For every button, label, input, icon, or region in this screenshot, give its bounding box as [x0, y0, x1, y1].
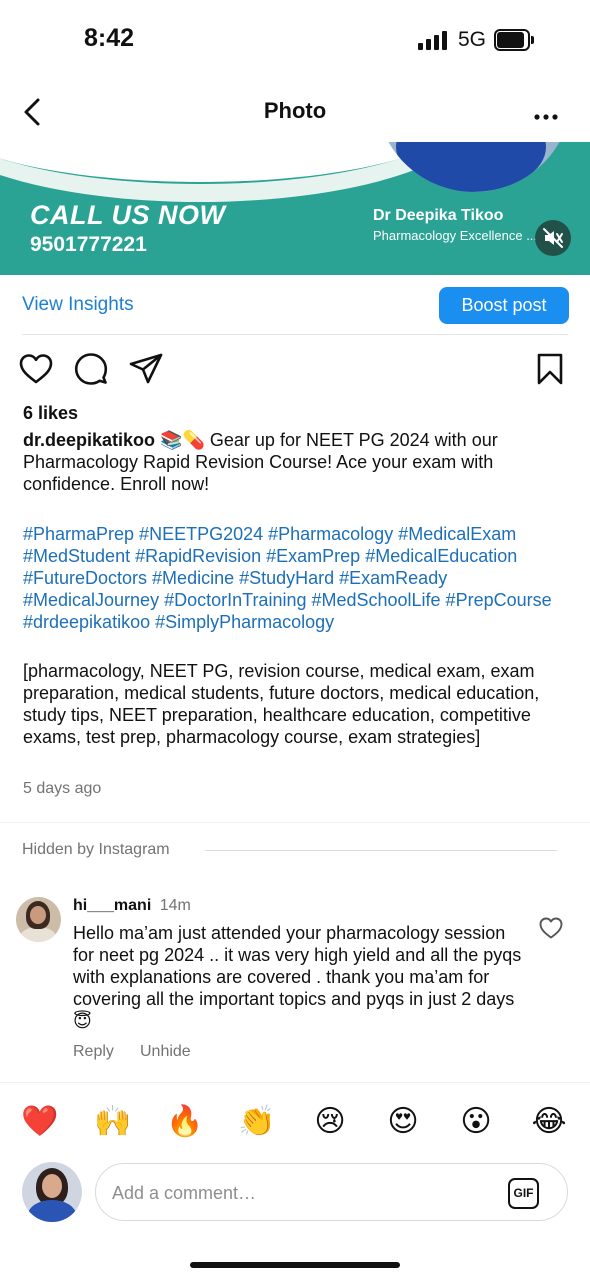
- more-dots-icon: [534, 114, 558, 120]
- user-avatar[interactable]: [22, 1162, 82, 1222]
- status-bar: 8:42 5G: [0, 0, 590, 80]
- view-insights-link[interactable]: View Insights: [22, 294, 134, 316]
- caption-emoji: 📚💊: [160, 430, 205, 450]
- banner-tagline: Pharmacology Excellence ... ch: [373, 228, 555, 243]
- header-bar: Photo: [0, 86, 590, 138]
- reaction-heart[interactable]: ❤️: [20, 1102, 60, 1142]
- comment-bubble-icon: [74, 353, 108, 385]
- share-button[interactable]: [128, 351, 164, 387]
- banner-doctor-name: Dr Deepika Tikoo: [373, 207, 504, 224]
- comment-header: hi___mani 14m: [73, 897, 191, 915]
- likes-count[interactable]: 6 likes: [23, 403, 78, 424]
- comment-text: Hello ma’am just attended your pharmacol…: [73, 923, 522, 1031]
- divider: [0, 1082, 590, 1083]
- comment-time: 14m: [159, 897, 191, 914]
- reaction-surprised[interactable]: 😮: [456, 1102, 496, 1142]
- reaction-clap[interactable]: 👏: [237, 1102, 277, 1142]
- divider: [22, 334, 568, 335]
- heart-icon: [539, 917, 563, 939]
- doctor-photo: [376, 142, 572, 192]
- reaction-raised-hands[interactable]: 🙌: [93, 1102, 133, 1142]
- reply-button[interactable]: Reply: [73, 1043, 114, 1061]
- reaction-fire[interactable]: 🔥: [165, 1102, 205, 1142]
- comment-like-button[interactable]: [538, 915, 564, 941]
- reaction-heart-eyes[interactable]: 😍: [383, 1102, 423, 1142]
- bookmark-icon: [537, 353, 563, 385]
- home-indicator[interactable]: [190, 1262, 400, 1268]
- like-button[interactable]: [18, 351, 54, 387]
- status-time: 8:42: [84, 24, 135, 52]
- speaker-muted-icon: [543, 228, 563, 248]
- post-image[interactable]: CALL US NOW 9501777221 Dr Deepika Tikoo …: [0, 142, 590, 275]
- caption-username[interactable]: dr.deepikatikoo: [23, 430, 155, 450]
- boost-post-button[interactable]: Boost post: [439, 287, 569, 324]
- signal-icon: [418, 30, 448, 50]
- comment-composer[interactable]: GIF: [95, 1163, 568, 1221]
- post-caption: dr.deepikatikoo 📚💊 Gear up for NEET PG 2…: [23, 429, 571, 495]
- save-button[interactable]: [533, 351, 569, 387]
- commenter-avatar[interactable]: [16, 897, 61, 942]
- mute-button[interactable]: [535, 220, 571, 256]
- network-label: 5G: [458, 28, 487, 51]
- reaction-crying[interactable]: 😢: [310, 1102, 350, 1142]
- gif-button[interactable]: GIF: [508, 1178, 539, 1209]
- page-title: Photo: [263, 98, 327, 123]
- post-keywords: [pharmacology, NEET PG, revision course,…: [23, 661, 540, 747]
- post-hashtags[interactable]: #PharmaPrep #NEETPG2024 #Pharmacology #M…: [23, 523, 583, 633]
- reaction-laughing[interactable]: 😂: [529, 1102, 569, 1142]
- hidden-comments-label: Hidden by Instagram: [22, 841, 170, 858]
- heart-icon: [19, 354, 53, 384]
- paper-plane-icon: [129, 353, 163, 384]
- comment-button[interactable]: [73, 351, 109, 387]
- battery-icon: [494, 29, 534, 51]
- unhide-button[interactable]: Unhide: [140, 1043, 191, 1061]
- comment-username[interactable]: hi___mani: [73, 897, 151, 914]
- comment-input[interactable]: [112, 1178, 492, 1208]
- post-timestamp: 5 days ago: [23, 780, 102, 797]
- divider: [0, 822, 590, 823]
- banner-cta: CALL US NOW: [30, 200, 226, 230]
- banner-phone: 9501777221: [30, 233, 147, 256]
- more-options-button[interactable]: [530, 92, 564, 132]
- divider: [205, 850, 557, 851]
- insights-row: View Insights Boost post: [0, 284, 590, 334]
